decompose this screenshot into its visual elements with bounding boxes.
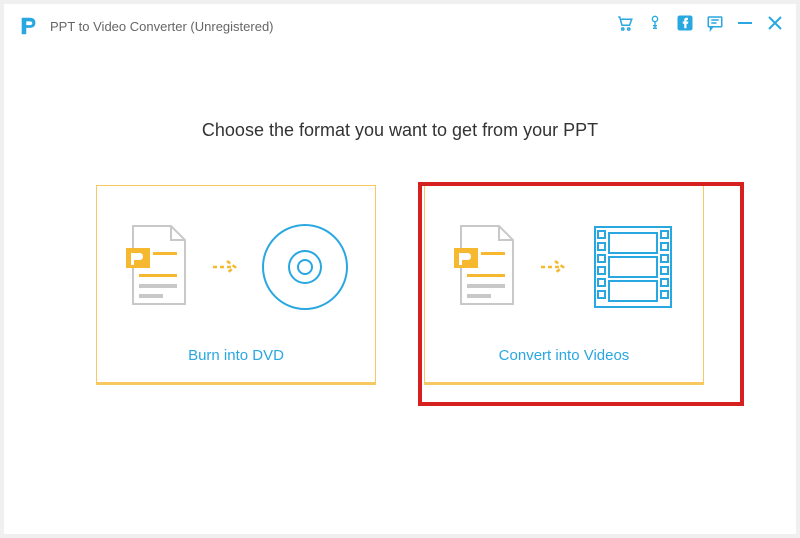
key-icon[interactable] (646, 14, 664, 32)
option-cards: Burn into DVD (96, 185, 704, 385)
arrow-right-icon (539, 259, 569, 275)
option-convert-video[interactable]: Convert into Videos (424, 185, 704, 385)
ppt-document-icon (449, 222, 521, 312)
cart-icon[interactable] (616, 14, 634, 32)
option-burn-dvd-label: Burn into DVD (188, 347, 284, 364)
video-filmstrip-icon (587, 221, 679, 313)
convert-video-graphic (449, 186, 679, 347)
option-burn-dvd[interactable]: Burn into DVD (96, 185, 376, 385)
titlebar: PPT to Video Converter (Unregistered) (4, 4, 796, 48)
page-heading: Choose the format you want to get from y… (202, 120, 598, 141)
main-content: Choose the format you want to get from y… (4, 48, 796, 534)
window-title: PPT to Video Converter (Unregistered) (50, 19, 274, 34)
app-window: PPT to Video Converter (Unregistered) Ch (4, 4, 796, 534)
close-button[interactable] (766, 14, 784, 32)
dvd-disc-icon (259, 221, 351, 313)
arrow-right-icon (211, 259, 241, 275)
app-logo-icon (18, 15, 40, 37)
feedback-icon[interactable] (706, 14, 724, 32)
facebook-icon[interactable] (676, 14, 694, 32)
minimize-button[interactable] (736, 14, 754, 32)
close-icon (768, 16, 782, 30)
ppt-document-icon (121, 222, 193, 312)
burn-dvd-graphic (121, 186, 351, 347)
option-convert-video-label: Convert into Videos (499, 347, 630, 364)
minimize-icon (738, 22, 752, 24)
titlebar-actions (616, 14, 784, 32)
